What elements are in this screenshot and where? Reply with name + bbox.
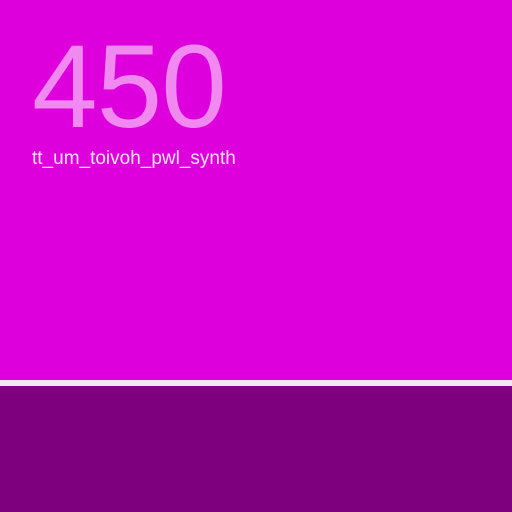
project-title: tt_um_toivoh_pwl_synth <box>32 148 236 169</box>
project-number: 450 <box>32 21 227 153</box>
bottom-band <box>0 386 512 512</box>
project-tile[interactable]: 450 tt_um_toivoh_pwl_synth <box>0 0 512 380</box>
